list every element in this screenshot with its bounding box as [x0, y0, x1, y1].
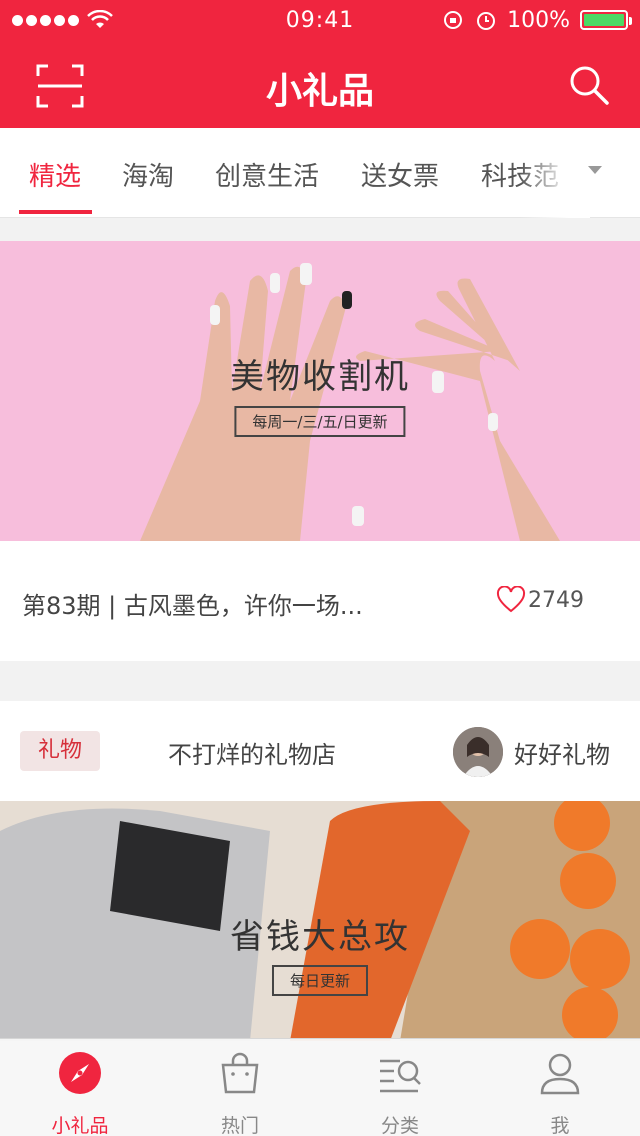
feature-card[interactable]: 第83期 | 古风墨色，许你一场... 2749 — [0, 541, 640, 661]
status-time: 09:41 — [285, 8, 355, 33]
avatar[interactable] — [453, 727, 503, 777]
shopping-bag-icon — [221, 1052, 259, 1094]
tab-creative-life[interactable]: 创意生活 — [215, 156, 319, 193]
tab-haitao[interactable]: 海淘 — [122, 156, 174, 193]
tabbar-item-me[interactable]: 我 — [480, 1039, 640, 1136]
compass-icon — [59, 1052, 101, 1094]
banner-title: 美物收割机 — [230, 357, 410, 397]
category-tabs: 精选 海淘 创意生活 送女票 科技范 — [0, 128, 640, 218]
status-bar: 09:41 100% — [0, 0, 640, 40]
post-header[interactable]: 礼物 不打烊的礼物店 好好礼物 — [0, 701, 640, 801]
category-search-icon — [380, 1059, 421, 1093]
tabbar-label: 分类 — [380, 1115, 419, 1136]
banner-tag: 每日更新 — [271, 965, 369, 996]
author-name[interactable]: 好好礼物 — [514, 735, 610, 770]
page-title: 小礼品 — [265, 71, 374, 112]
nav-bar: 小礼品 — [0, 40, 640, 128]
tabbar-label: 热门 — [220, 1115, 259, 1136]
chevron-down-icon[interactable] — [588, 166, 602, 174]
search-icon[interactable] — [568, 64, 610, 106]
person-icon — [540, 1053, 580, 1095]
like-count: 2749 — [528, 587, 584, 613]
tabbar-label: 我 — [550, 1115, 570, 1136]
tabbar-label: 小礼品 — [51, 1115, 109, 1136]
like-button[interactable]: 2749 — [496, 586, 584, 614]
category-badge[interactable]: 礼物 — [20, 731, 100, 771]
tabbar-item-category[interactable]: 分类 — [320, 1039, 480, 1136]
tabbar-item-gifts[interactable]: 小礼品 — [0, 1039, 160, 1136]
tab-featured[interactable]: 精选 — [29, 156, 81, 193]
feature-banner[interactable]: 美物收割机 每周一/三/五/日更新 — [0, 241, 640, 541]
post-title: 不打烊的礼物店 — [168, 741, 336, 769]
tabbar-item-hot[interactable]: 热门 — [160, 1039, 320, 1136]
active-tab-indicator — [19, 210, 92, 214]
banner-title: 省钱大总攻 — [230, 917, 410, 957]
heart-icon — [496, 586, 526, 613]
battery-icon — [580, 10, 632, 30]
post-banner[interactable]: 省钱大总攻 每日更新 — [0, 801, 640, 1041]
tab-for-girlfriend[interactable]: 送女票 — [361, 156, 439, 193]
bottom-tab-bar: 小礼品 热门 分类 我 — [0, 1038, 640, 1136]
banner-tag: 每周一/三/五/日更新 — [234, 406, 406, 437]
feature-title: 第83期 | 古风墨色，许你一场... — [22, 592, 363, 620]
